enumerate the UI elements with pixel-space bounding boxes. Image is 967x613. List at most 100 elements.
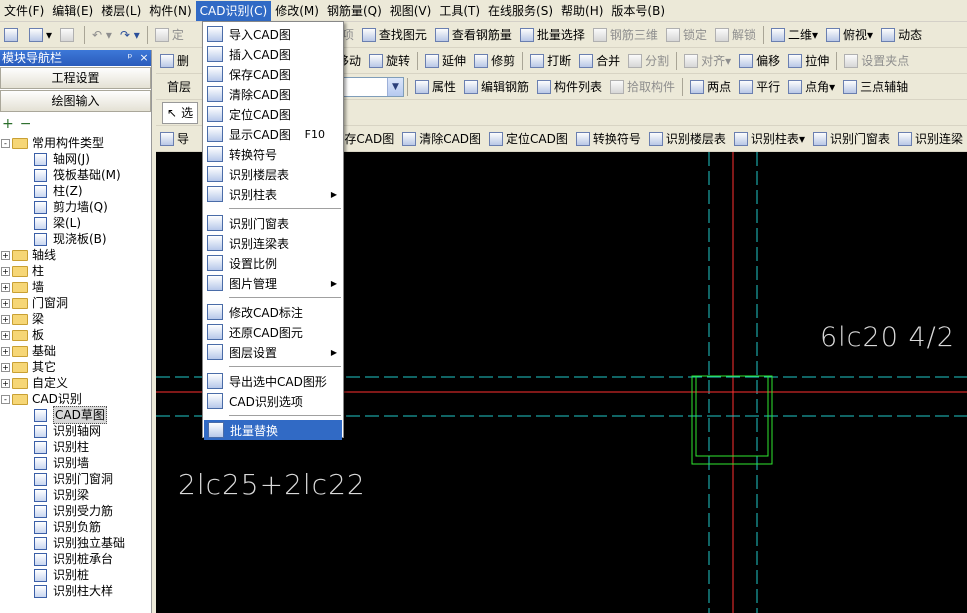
toolbar1-item-0[interactable]: 定 <box>151 24 188 46</box>
new-file-button[interactable] <box>0 24 25 46</box>
collapse-icon[interactable]: - <box>1 394 10 404</box>
tree-item[interactable]: 梁(L) <box>0 215 151 231</box>
two-point-button[interactable]: 两点 <box>686 76 735 98</box>
cad-menu-item[interactable]: CAD识别选项 <box>203 391 343 411</box>
view-rebar-button[interactable]: 查看钢筋量 <box>431 24 516 46</box>
unlock-button[interactable]: 解锁 <box>711 24 760 46</box>
menu-item-2[interactable]: 楼层(L) <box>97 1 145 21</box>
expand-all-icon[interactable]: + <box>2 116 14 132</box>
batch-select-button[interactable]: 批量选择 <box>516 24 589 46</box>
tree-item[interactable]: 识别桩承台 <box>0 551 151 567</box>
extend-button[interactable]: 延伸 <box>421 50 470 72</box>
tree-item[interactable]: 识别梁 <box>0 487 151 503</box>
tree-item[interactable]: 识别负筋 <box>0 519 151 535</box>
collapse-all-icon[interactable]: − <box>20 116 32 132</box>
tree-item[interactable]: 轴网(J) <box>0 151 151 167</box>
tree-item[interactable]: 识别门窗洞 <box>0 471 151 487</box>
top-view-button[interactable]: 俯视 ▾ <box>822 24 877 46</box>
tree-item[interactable]: - 常用构件类型 <box>0 135 151 151</box>
open-file-button[interactable]: ▾ <box>25 24 56 46</box>
tree-item[interactable]: 筏板基础(M) <box>0 167 151 183</box>
save-button[interactable] <box>56 24 81 46</box>
cad-menu-item[interactable]: 识别门窗表 <box>203 213 343 233</box>
tree-item[interactable]: 识别柱 <box>0 439 151 455</box>
cad-menu-item[interactable]: 保存CAD图 <box>203 64 343 84</box>
cad-menu-item[interactable]: 识别连梁表 <box>203 233 343 253</box>
cad-menu-item[interactable]: 识别楼层表 <box>203 164 343 184</box>
edit-rebar-button[interactable]: 编辑钢筋 <box>460 76 533 98</box>
properties-button[interactable]: 属性 <box>411 76 460 98</box>
stretch-button[interactable]: 拉伸 <box>784 50 833 72</box>
cad-menu-item[interactable]: 转换符号 <box>203 144 343 164</box>
expand-icon[interactable]: + <box>1 250 10 260</box>
pick-component-button[interactable]: 拾取构件 <box>606 76 679 98</box>
tree-item[interactable]: + 门窗洞 <box>0 295 151 311</box>
identify-column-table-button[interactable]: 识别柱表 ▾ <box>730 128 809 150</box>
menu-item-11[interactable]: 版本号(B) <box>607 1 669 21</box>
rotate-button[interactable]: 旋转 <box>365 50 414 72</box>
expand-icon[interactable]: + <box>1 346 10 356</box>
cad-menu-item[interactable]: 批量替换 <box>204 420 342 440</box>
break-button[interactable]: 打断 <box>526 50 575 72</box>
tree-item[interactable]: CAD草图 <box>0 406 151 424</box>
cad-menu-item[interactable]: 导入CAD图 <box>203 24 343 44</box>
cad-menu-item[interactable]: 插入CAD图 <box>203 44 343 64</box>
menu-item-3[interactable]: 构件(N) <box>145 1 195 21</box>
dynamic-view-button[interactable]: 动态 <box>877 24 926 46</box>
cad-menu-item[interactable]: 导出选中CAD图形 <box>203 371 343 391</box>
redo-button[interactable]: ↷ ▾ <box>116 24 144 46</box>
set-grip-button[interactable]: 设置夹点 <box>840 50 913 72</box>
cad-menu-item[interactable]: 修改CAD标注 <box>203 302 343 322</box>
tree-item[interactable]: + 墙 <box>0 279 151 295</box>
align-button[interactable]: 对齐 ▾ <box>680 50 735 72</box>
identify-floor-table-button[interactable]: 识别楼层表 <box>645 128 730 150</box>
menu-item-5[interactable]: 修改(M) <box>271 1 323 21</box>
undo-button[interactable]: ↶ ▾ <box>88 24 116 46</box>
expand-icon[interactable]: + <box>1 266 10 276</box>
delete-button[interactable]: 删 <box>156 50 193 72</box>
import-cad-button[interactable]: 导 <box>156 128 193 150</box>
component-list-button[interactable]: 构件列表 <box>533 76 606 98</box>
expand-icon[interactable]: + <box>1 378 10 388</box>
cad-menu-item[interactable]: 图片管理 ▶ <box>203 273 343 293</box>
identify-link-beam-button[interactable]: 识别连梁 <box>894 128 967 150</box>
tree-item[interactable]: + 基础 <box>0 343 151 359</box>
collapse-icon[interactable]: - <box>1 138 10 148</box>
expand-icon[interactable]: + <box>1 282 10 292</box>
menu-item-4[interactable]: CAD识别(C) <box>195 0 272 21</box>
tree-item[interactable]: + 柱 <box>0 263 151 279</box>
menu-item-1[interactable]: 编辑(E) <box>48 1 97 21</box>
merge-button[interactable]: 合并 <box>575 50 624 72</box>
parallel-button[interactable]: 平行 <box>735 76 784 98</box>
tree-item[interactable]: 现浇板(B) <box>0 231 151 247</box>
offset-button[interactable]: 偏移 <box>735 50 784 72</box>
view-2d-select[interactable]: 二维 ▾ <box>767 24 822 46</box>
expand-icon[interactable]: + <box>1 362 10 372</box>
clear-cad-button[interactable]: 清除CAD图 <box>398 128 485 150</box>
tree-item[interactable]: 识别受力筋 <box>0 503 151 519</box>
expand-icon[interactable]: + <box>1 330 10 340</box>
tree-item[interactable]: 识别独立基础 <box>0 535 151 551</box>
expand-icon[interactable]: + <box>1 314 10 324</box>
tree-item[interactable]: + 梁 <box>0 311 151 327</box>
tree-item[interactable]: 剪力墙(Q) <box>0 199 151 215</box>
menu-item-8[interactable]: 工具(T) <box>435 1 484 21</box>
tree-item[interactable]: + 其它 <box>0 359 151 375</box>
cad-menu-item[interactable]: 识别柱表 ▶ <box>203 184 343 204</box>
tree-item[interactable]: + 自定义 <box>0 375 151 391</box>
find-element-button[interactable]: 查找图元 <box>358 24 431 46</box>
tree-item[interactable]: 识别轴网 <box>0 423 151 439</box>
menu-item-7[interactable]: 视图(V) <box>386 1 436 21</box>
cad-menu-item[interactable]: 图层设置 ▶ <box>203 342 343 362</box>
split-button[interactable]: 分割 <box>624 50 673 72</box>
identify-door-window-table-button[interactable]: 识别门窗表 <box>809 128 894 150</box>
menu-item-9[interactable]: 在线服务(S) <box>484 1 557 21</box>
tree-item[interactable]: - CAD识别 <box>0 391 151 407</box>
project-settings-button[interactable]: 工程设置 <box>0 67 151 89</box>
drawing-input-button[interactable]: 绘图输入 <box>0 90 151 112</box>
component-type-select[interactable]: ▼ <box>334 76 404 97</box>
convert-symbol-button[interactable]: 转换符号 <box>572 128 645 150</box>
tree-item[interactable]: 识别墙 <box>0 455 151 471</box>
pin-icon[interactable]: ᵖ <box>123 50 137 66</box>
tree-item[interactable]: 柱(Z) <box>0 183 151 199</box>
